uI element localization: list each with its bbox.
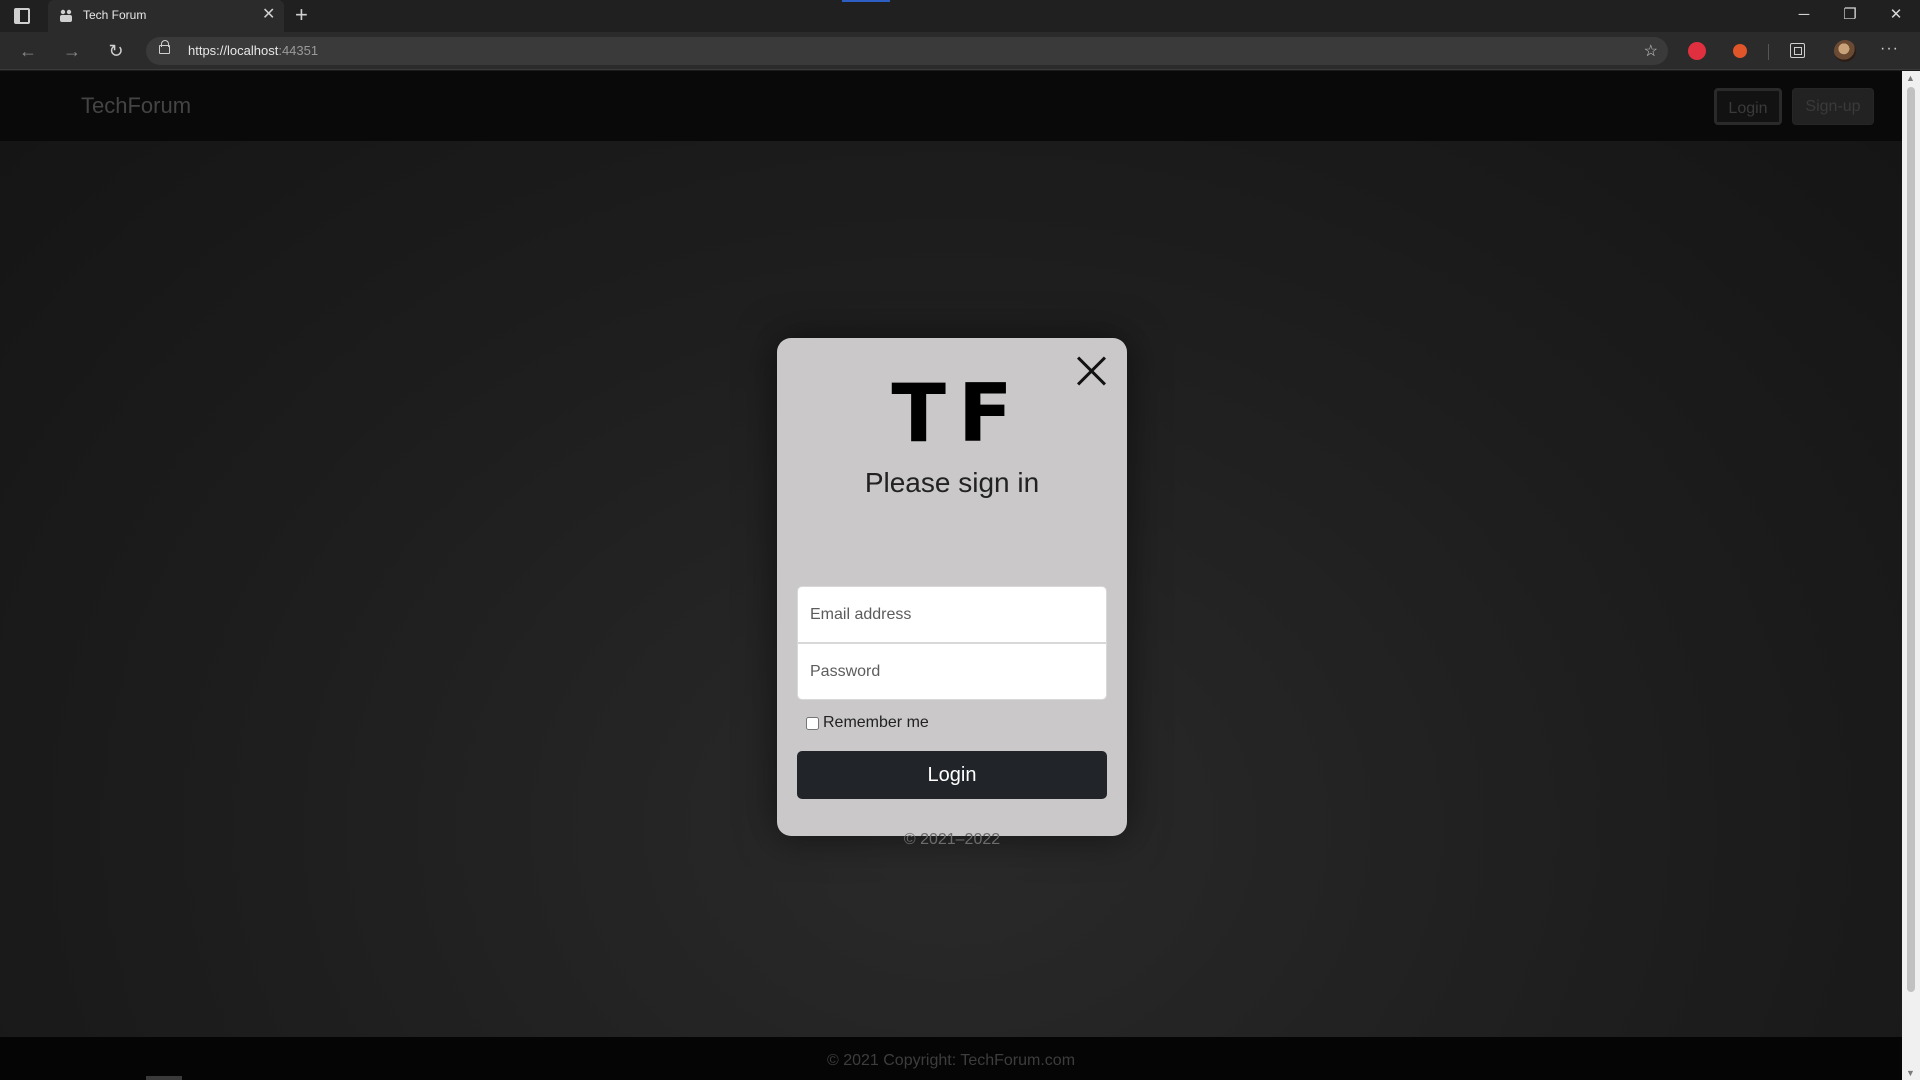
- more-options-icon[interactable]: ···: [1880, 40, 1899, 58]
- nav-signup-button[interactable]: Sign-up: [1792, 88, 1874, 125]
- login-button[interactable]: Login: [797, 751, 1107, 799]
- tab-title: Tech Forum: [83, 8, 147, 22]
- email-field[interactable]: [797, 586, 1107, 643]
- modal-copyright: © 2021–2022: [903, 831, 1001, 848]
- url-text[interactable]: https://localhost:44351: [188, 43, 318, 58]
- refresh-icon[interactable]: ↻: [102, 38, 130, 64]
- restore-icon[interactable]: ❐: [1830, 4, 1870, 26]
- site-footer: © 2021 Copyright: TechForum.com: [0, 1037, 1902, 1080]
- password-field[interactable]: [797, 643, 1107, 700]
- site-navbar: TechForum Login Sign-up: [0, 71, 1902, 141]
- address-bar[interactable]: https://localhost:44351 ☆: [146, 37, 1668, 65]
- remember-me-label: Remember me: [823, 714, 929, 731]
- page-scrollbar[interactable]: ▲ ▼: [1902, 71, 1920, 1080]
- scroll-thumb[interactable]: [1907, 87, 1915, 992]
- minimize-icon[interactable]: ─: [1784, 4, 1824, 26]
- scroll-down-icon[interactable]: ▼: [1906, 1068, 1915, 1078]
- browser-titlebar: Tech Forum ✕ + ─ ❐ ✕: [0, 0, 1920, 32]
- forward-arrow-icon[interactable]: →: [58, 38, 86, 64]
- scroll-up-icon[interactable]: ▲: [1906, 73, 1915, 83]
- url-host: https://localhost: [188, 43, 279, 58]
- tab-actions-icon[interactable]: [14, 8, 30, 24]
- back-arrow-icon[interactable]: ←: [14, 38, 42, 64]
- tab-close-icon[interactable]: ✕: [262, 5, 275, 25]
- browser-toolbar: ← → ↻ https://localhost:44351 ☆ ···: [0, 32, 1920, 70]
- remember-me-checkbox[interactable]: [806, 716, 819, 730]
- toolbar-divider: [1768, 44, 1769, 60]
- lock-icon[interactable]: [159, 40, 170, 54]
- extension-orange-icon[interactable]: [1733, 44, 1747, 58]
- page-backdrop: TechForum Login Sign-up TF Please sign i…: [0, 71, 1902, 1080]
- titlebar-accent: [842, 0, 890, 2]
- nav-login-button[interactable]: Login: [1714, 88, 1782, 125]
- browser-tab[interactable]: Tech Forum ✕: [48, 0, 284, 32]
- signin-heading: Please sign in: [864, 467, 1040, 498]
- site-brand[interactable]: TechForum: [81, 93, 191, 119]
- extension-red-icon[interactable]: [1688, 42, 1706, 60]
- site-logo: TF: [891, 367, 1025, 460]
- add-favorite-icon[interactable]: ☆: [1644, 41, 1658, 61]
- window-close-icon[interactable]: ✕: [1876, 4, 1916, 26]
- footer-marker: [146, 1076, 182, 1080]
- footer-copyright: © 2021 Copyright: TechForum.com: [826, 1052, 1076, 1069]
- remember-me[interactable]: Remember me: [806, 714, 929, 732]
- new-tab-icon[interactable]: +: [295, 3, 308, 27]
- url-port: :44351: [278, 43, 319, 58]
- profile-avatar[interactable]: [1834, 40, 1856, 62]
- collections-icon[interactable]: [1790, 43, 1805, 58]
- login-modal: TF Please sign in Remember me Login © 20…: [777, 338, 1127, 848]
- favicon-icon: [60, 9, 72, 22]
